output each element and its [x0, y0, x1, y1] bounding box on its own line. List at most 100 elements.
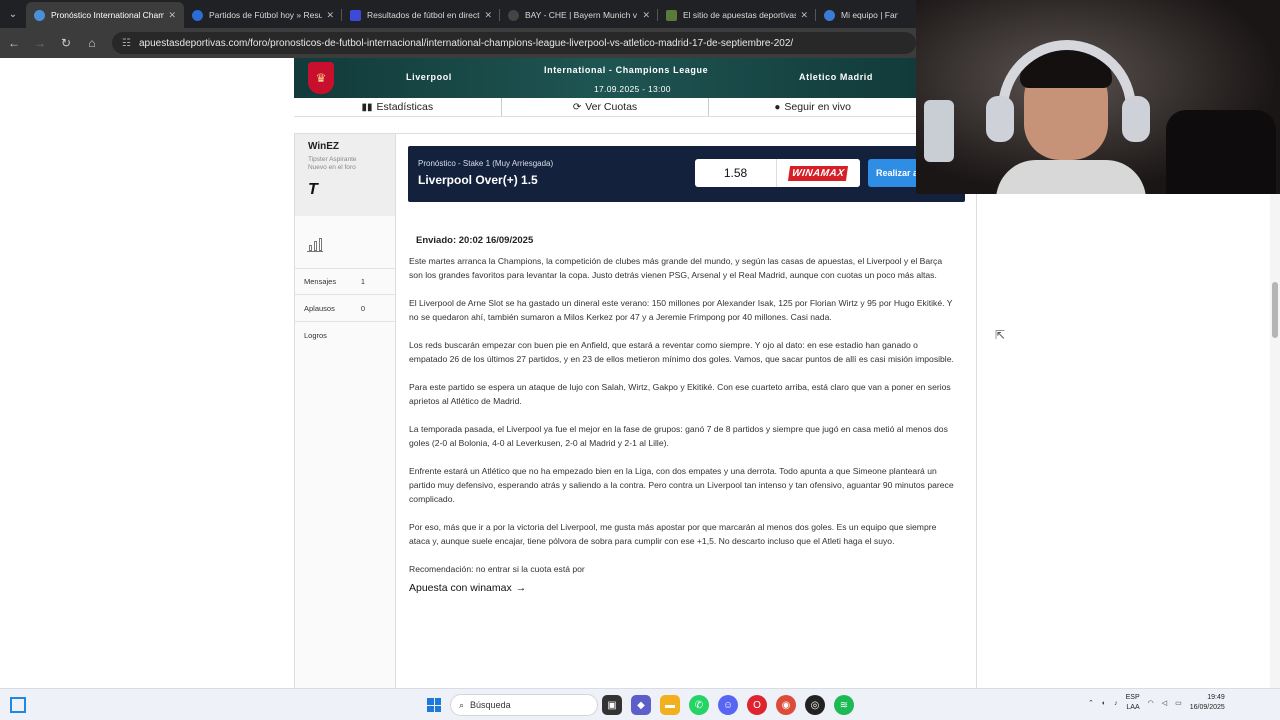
- system-tray: ⌃ ◐ ♪ ESP LAA ◠ ◁ ▭ 19:49 16/09/2025: [1088, 693, 1225, 713]
- live-button[interactable]: ● Seguir en vivo: [709, 98, 916, 116]
- forum-post: WinEZ Tipster Aspirante Nuevo en el foro…: [294, 133, 977, 688]
- clock[interactable]: 19:49 16/09/2025: [1190, 693, 1225, 713]
- place-bet-button[interactable]: Realizar a: [868, 159, 918, 187]
- webcam-shirt: [996, 160, 1146, 194]
- odds-button[interactable]: ⟳ Ver Cuotas: [502, 98, 710, 116]
- forward-icon[interactable]: →: [28, 31, 52, 55]
- obs-icon[interactable]: ◎: [805, 695, 825, 715]
- away-team: Atletico Madrid: [799, 72, 874, 82]
- match-datetime: 17.09.2025 - 13:00: [594, 84, 671, 94]
- search-icon: ⌕: [459, 699, 465, 710]
- applause-label: Aplausos: [304, 303, 335, 313]
- username[interactable]: WinEZ: [308, 141, 382, 152]
- user-rank: Tipster Aspirante Nuevo en el foro: [308, 156, 382, 172]
- stats-button[interactable]: ▮▮ Estadísticas: [294, 98, 502, 116]
- tab-close-icon[interactable]: ✕: [800, 10, 808, 21]
- reload-icon[interactable]: ↻: [54, 31, 78, 55]
- odds-box[interactable]: 1.58 WINAMAX: [695, 159, 860, 187]
- home-team: Liverpool: [406, 72, 452, 82]
- bar-chart-icon: ▮▮: [361, 101, 373, 113]
- task-view-icon[interactable]: ▣: [602, 695, 622, 715]
- wifi-icon[interactable]: ◠: [1148, 699, 1154, 707]
- browser-tab-0[interactable]: Pronóstico International Champ ✕: [26, 2, 184, 28]
- stats-label: Estadísticas: [376, 101, 434, 113]
- odds-value: 1.58: [695, 159, 777, 187]
- post-paragraph: Enfrente estará un Atlético que no ha em…: [409, 466, 954, 504]
- arrow-right-icon: →: [515, 582, 527, 594]
- site-info-icon[interactable]: ☷: [122, 38, 131, 49]
- url-text: apuestasdeportivas.com/foro/pronosticos-…: [138, 37, 794, 49]
- post-paragraph: El Liverpool de Arne Slot se ha gastado …: [409, 298, 953, 322]
- back-icon[interactable]: ←: [2, 31, 26, 55]
- rank-line-1: Tipster Aspirante: [308, 156, 357, 163]
- file-explorer-icon[interactable]: ▬: [660, 695, 680, 715]
- tab-title: Partidos de Fútbol hoy » Result: [209, 10, 323, 20]
- chrome-icon[interactable]: ◉: [776, 695, 796, 715]
- taskbar-search[interactable]: ⌕ Búsqueda: [450, 694, 598, 716]
- home-icon[interactable]: ⌂: [80, 31, 104, 55]
- tipster-badge-icon: T: [308, 181, 318, 198]
- bet-link-label: Apuesta con winamax: [409, 582, 512, 594]
- live-label: Seguir en vivo: [784, 101, 851, 113]
- bookmaker-logo: WINAMAX: [777, 159, 860, 187]
- spotify-icon[interactable]: ≋: [834, 695, 854, 715]
- applause-row: Aplausos 0: [295, 295, 395, 322]
- discord-icon[interactable]: ☺: [718, 695, 738, 715]
- scrollbar-thumb[interactable]: [1272, 282, 1278, 338]
- tab-close-icon[interactable]: ✕: [642, 10, 650, 21]
- browser-tab-5[interactable]: Mi equipo | Fantasy F: [816, 2, 906, 28]
- tab-title: Pronóstico International Champ: [51, 10, 165, 20]
- bet-link[interactable]: Apuesta con winamax →: [409, 582, 954, 594]
- webcam-overlay: [916, 0, 1280, 194]
- volume-icon[interactable]: ◁: [1162, 699, 1167, 707]
- stats-chart-icon[interactable]: [307, 238, 323, 252]
- user-sidebar: WinEZ Tipster Aspirante Nuevo en el foro…: [295, 134, 396, 688]
- match-tools: ▮▮ Estadísticas ⟳ Ver Cuotas ● Seguir en…: [294, 98, 916, 117]
- pick-banner: Pronóstico - Stake 1 (Muy Arriesgada) Li…: [408, 146, 965, 202]
- refresh-icon: ⟳: [572, 101, 582, 113]
- whatsapp-icon[interactable]: ✆: [689, 695, 709, 715]
- match-header: ♛ Liverpool International - Champions Le…: [294, 58, 916, 98]
- site-favicon-icon: [192, 9, 203, 21]
- network-icon[interactable]: ◐: [1102, 700, 1106, 707]
- widgets-icon[interactable]: [10, 697, 26, 713]
- odds-label: Ver Cuotas: [585, 101, 638, 113]
- browser-tab-4[interactable]: El sitio de apuestas deportivas ✕: [658, 2, 816, 28]
- achievements-row[interactable]: Logros: [295, 322, 395, 349]
- tab-title: BAY - CHE | Bayern Munich v C: [525, 10, 639, 20]
- teams-icon[interactable]: ◆: [631, 695, 651, 715]
- achievements-label: Logros: [304, 331, 327, 340]
- search-placeholder: Búsqueda: [470, 700, 511, 710]
- tab-title: El sitio de apuestas deportivas: [683, 10, 797, 20]
- clock-time: 19:49: [1207, 694, 1225, 701]
- tab-close-icon[interactable]: ✕: [484, 10, 492, 21]
- browser-tab-1[interactable]: Partidos de Fútbol hoy » Result ✕: [184, 2, 342, 28]
- competition-name: International - Champions League: [544, 65, 709, 75]
- tab-close-icon[interactable]: ✕: [326, 10, 334, 21]
- post-paragraph: Para este partido se espera un ataque de…: [409, 382, 951, 406]
- post-paragraph: La temporada pasada, el Liverpool ya fue…: [409, 424, 948, 448]
- tab-close-icon[interactable]: ✕: [168, 10, 176, 21]
- site-favicon-icon: [824, 9, 835, 21]
- tab-search-icon[interactable]: ⌄: [0, 0, 26, 28]
- lang-secondary: LAA: [1126, 704, 1140, 711]
- address-toolbar: ← → ↻ ⌂ ☷ apuestasdeportivas.com/foro/pr…: [0, 28, 916, 58]
- post-timestamp: Enviado: 20:02 16/09/2025: [416, 235, 534, 246]
- opera-icon[interactable]: O: [747, 695, 767, 715]
- chevron-up-icon[interactable]: ⌃: [1088, 699, 1094, 707]
- mic-icon[interactable]: ♪: [1114, 700, 1118, 707]
- post-paragraph: Recomendación: no entrar si la cuota est…: [409, 564, 585, 574]
- browser-tab-3[interactable]: BAY - CHE | Bayern Munich v C ✕: [500, 2, 658, 28]
- battery-icon[interactable]: ▭: [1175, 699, 1182, 707]
- applause-count: 0: [360, 303, 365, 313]
- browser-tab-2[interactable]: Resultados de fútbol en directo ✕: [342, 2, 500, 28]
- language-indicator[interactable]: ESP LAA: [1126, 693, 1140, 713]
- site-favicon-icon: [34, 9, 45, 21]
- lang-primary: ESP: [1125, 694, 1140, 701]
- headset-cup-right: [1122, 96, 1150, 142]
- site-favicon-icon: [508, 9, 519, 21]
- url-bar[interactable]: ☷ apuestasdeportivas.com/foro/pronostico…: [112, 32, 916, 54]
- start-button[interactable]: [427, 698, 441, 712]
- post-paragraph: Por eso, más que ir a por la victoria de…: [409, 522, 937, 546]
- liverpool-crest-icon: ♛: [308, 62, 334, 94]
